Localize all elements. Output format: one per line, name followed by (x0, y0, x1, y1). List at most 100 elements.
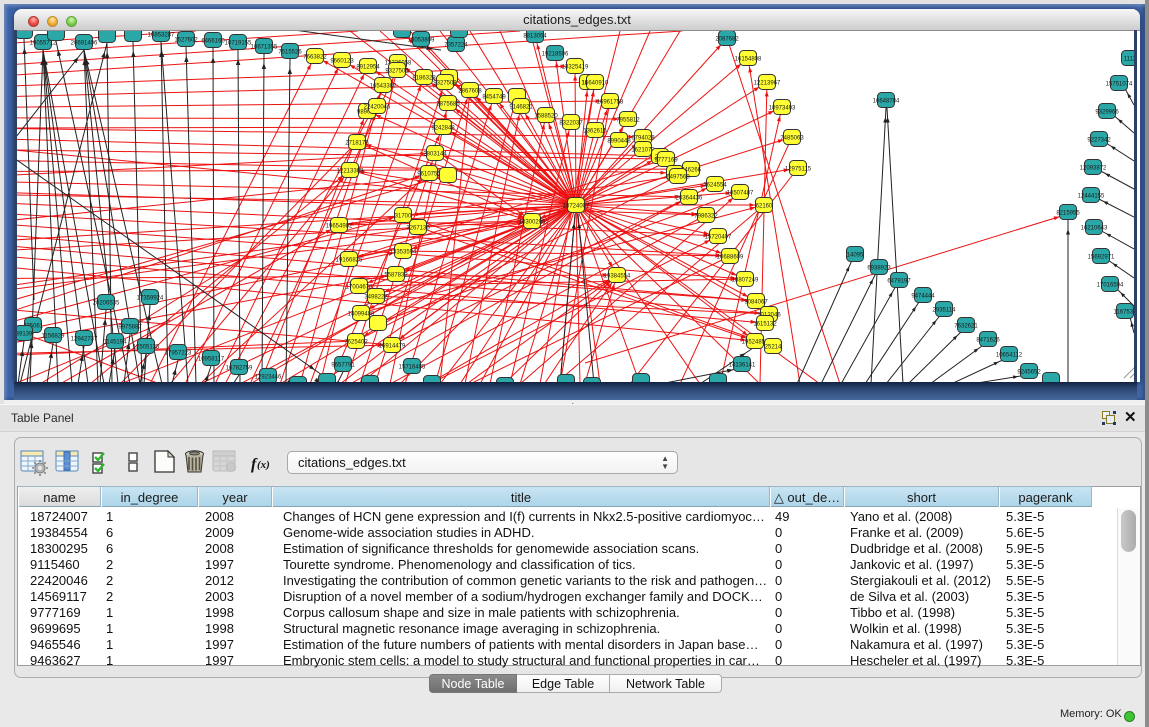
svg-text:12093872: 12093872 (1080, 166, 1107, 172)
svg-text:13325419: 13325419 (562, 65, 589, 71)
svg-text:17359924: 17359924 (137, 296, 164, 302)
svg-text:19166825: 19166825 (336, 258, 363, 264)
svg-text:31700: 31700 (395, 214, 412, 220)
svg-text:16914479: 16914479 (379, 344, 406, 350)
svg-text:16961758: 16961758 (597, 100, 624, 106)
svg-text:7632621: 7632621 (954, 324, 978, 330)
svg-text:7515526: 7515526 (278, 50, 302, 56)
svg-text:7485063: 7485063 (780, 136, 804, 142)
svg-text:16053809: 16053809 (408, 38, 435, 44)
svg-text:1112: 1112 (1124, 57, 1134, 63)
svg-text:18807249: 18807249 (732, 278, 759, 284)
svg-text:18724007: 18724007 (563, 204, 590, 210)
svg-text:8813054: 8813054 (523, 34, 547, 40)
svg-text:14095: 14095 (847, 253, 864, 259)
svg-text:8912954: 8912954 (356, 65, 380, 71)
svg-text:10507487: 10507487 (727, 191, 754, 197)
svg-text:9474444: 9474444 (911, 294, 935, 300)
svg-text:16543382: 16543382 (370, 84, 397, 90)
svg-text:9975887: 9975887 (118, 325, 142, 331)
svg-text:16782759: 16782759 (226, 366, 253, 372)
svg-text:10688609: 10688609 (717, 255, 744, 261)
svg-text:10958117: 10958117 (198, 357, 225, 363)
svg-text:9242848: 9242848 (431, 126, 455, 132)
svg-text:7625402: 7625402 (344, 340, 368, 346)
svg-text:16154808: 16154808 (735, 57, 762, 63)
svg-text:6479197: 6479197 (887, 279, 911, 285)
svg-text:12444155: 12444155 (1078, 194, 1105, 200)
svg-text:12505135: 12505135 (133, 345, 160, 351)
svg-text:7986322: 7986322 (694, 214, 718, 220)
svg-text:2718176: 2718176 (345, 141, 369, 147)
svg-text:1145194: 1145194 (104, 340, 128, 346)
svg-text:9146821: 9146821 (509, 105, 533, 111)
svg-text:18300295: 18300295 (519, 220, 546, 226)
svg-text:6497568: 6497568 (666, 175, 690, 181)
svg-text:9329966: 9329966 (1095, 110, 1119, 116)
svg-text:10654112: 10654112 (996, 353, 1023, 359)
svg-text:20364436: 20364436 (676, 196, 703, 202)
svg-text:5587832: 5587832 (384, 273, 408, 279)
svg-text:8471626: 8471626 (976, 338, 1000, 344)
svg-text:9610755: 9610755 (417, 172, 441, 178)
svg-text:1527602: 1527602 (174, 38, 198, 44)
svg-text:1156829: 1156829 (42, 334, 66, 340)
svg-text:16648784: 16648784 (873, 99, 900, 105)
svg-text:17957223: 17957223 (165, 351, 192, 357)
svg-text:2803144: 2803144 (423, 152, 447, 158)
svg-text:17016504: 17016504 (1097, 283, 1124, 289)
svg-text:8215955: 8215955 (1056, 211, 1080, 217)
svg-text:15720407: 15720407 (705, 235, 732, 241)
svg-text:39139: 39139 (17, 332, 33, 338)
svg-text:7357224: 7357224 (444, 43, 468, 49)
svg-text:8990448: 8990448 (607, 139, 631, 145)
svg-text:22420046: 22420046 (364, 105, 391, 111)
svg-text:15751074: 15751074 (1106, 82, 1133, 88)
svg-text:6938923: 6938923 (867, 266, 891, 272)
svg-text:9660123: 9660123 (330, 59, 354, 65)
svg-text:15716485: 15716485 (399, 365, 426, 371)
svg-text:7663822: 7663822 (303, 55, 327, 61)
svg-text:16640910: 16640910 (582, 81, 609, 87)
svg-text:9227342: 9227342 (1087, 138, 1111, 144)
svg-text:62160: 62160 (756, 204, 773, 210)
svg-text:(x): (x) (257, 459, 270, 471)
svg-text:12213967: 12213967 (754, 81, 781, 87)
svg-text:1167534: 1167534 (1114, 310, 1134, 316)
svg-text:9327505: 9327505 (385, 69, 409, 75)
svg-text:12213369: 12213369 (337, 169, 364, 175)
svg-text:9245652: 9245652 (1017, 370, 1041, 376)
svg-text:12942737: 12942737 (71, 337, 98, 343)
svg-text:9084067: 9084067 (744, 300, 768, 306)
svg-text:20691406: 20691406 (71, 41, 98, 47)
svg-text:9327508: 9327508 (433, 81, 457, 87)
svg-text:15692971: 15692971 (1088, 255, 1115, 261)
svg-text:1588520: 1588520 (534, 114, 558, 120)
svg-text:12975115: 12975115 (785, 167, 812, 173)
svg-text:9657791: 9657791 (331, 363, 355, 369)
svg-text:25214: 25214 (765, 345, 782, 351)
svg-text:16210643: 16210643 (1081, 226, 1108, 232)
svg-text:13353594: 13353594 (390, 250, 417, 256)
svg-text:14136141: 14136141 (729, 363, 756, 369)
svg-text:10853287: 10853287 (148, 33, 175, 39)
svg-text:6794028: 6794028 (631, 136, 655, 142)
svg-text:19218506: 19218506 (542, 52, 569, 58)
svg-text:1362615: 1362615 (583, 129, 607, 135)
svg-text:19654982: 19654982 (326, 224, 353, 230)
svg-text:8322037: 8322037 (559, 121, 583, 127)
svg-text:10671355: 10671355 (251, 45, 278, 51)
svg-text:7955812: 7955812 (616, 118, 640, 124)
svg-text:19055712: 19055712 (30, 41, 57, 47)
svg-text:3624554: 3624554 (703, 183, 727, 189)
svg-text:19384554: 19384554 (604, 274, 631, 280)
svg-text:3875685: 3875685 (436, 102, 460, 108)
svg-text:2935114: 2935114 (933, 308, 957, 314)
svg-text:2867608: 2867608 (458, 89, 482, 95)
svg-text:10973493: 10973493 (769, 106, 796, 112)
svg-text:2087682: 2087682 (715, 37, 739, 43)
svg-text:9777169: 9777169 (654, 158, 678, 164)
svg-text:12923446: 12923446 (255, 375, 282, 381)
svg-text:1615132: 1615132 (753, 322, 777, 328)
svg-text:10719155: 10719155 (225, 41, 252, 47)
